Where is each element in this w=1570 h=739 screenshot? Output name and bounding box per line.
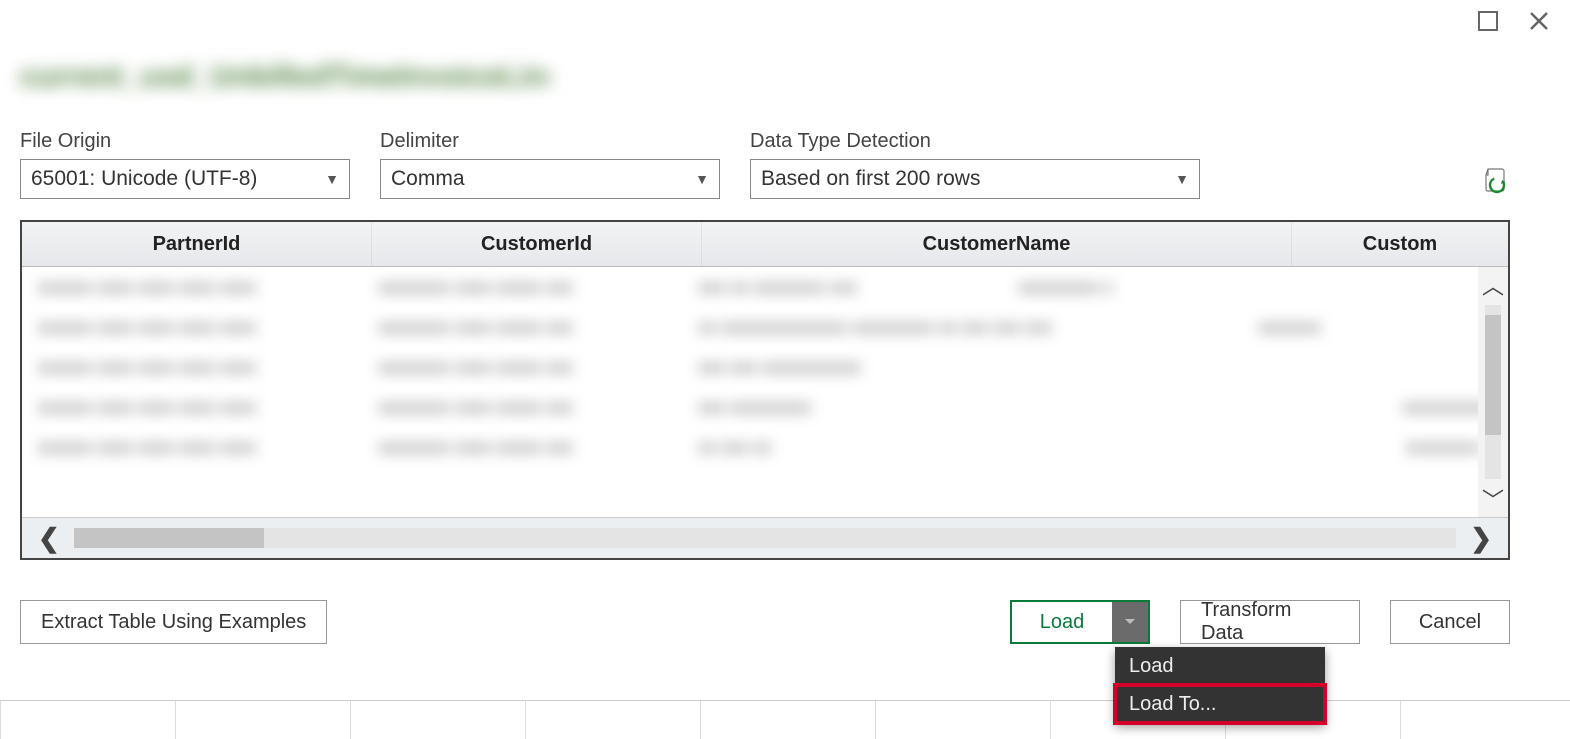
scroll-track[interactable] [1485,305,1501,479]
load-dropdown-menu: Load Load To... [1115,647,1325,723]
footer-right-group: Load Transform Data Cancel [1010,600,1510,644]
table-row: xxxxxx xxxx xxxx xxxx xxxxxxxxxxxx xxxx … [22,307,1508,347]
csv-import-dialog: current_usd_UnbilledTimeInvoiceLineIte .… [0,0,1570,739]
column-header-customername[interactable]: CustomerName [702,222,1292,266]
data-preview-grid: PartnerId CustomerId CustomerName Custom… [20,220,1510,560]
column-header-custom[interactable]: Custom [1292,222,1508,266]
spreadsheet-background [0,700,1570,739]
column-header-customerid[interactable]: CustomerId [372,222,702,266]
data-type-detection-option: Data Type Detection Based on first 200 r… [750,130,1200,199]
transform-data-label: Transform Data [1201,599,1339,645]
dialog-footer: Extract Table Using Examples Load Transf… [20,600,1510,644]
scroll-right-icon[interactable]: ❯ [1464,523,1498,554]
menu-item-load-to-label: Load To... [1129,693,1216,716]
scroll-left-icon[interactable]: ❮ [32,523,66,554]
hscroll-thumb[interactable] [74,528,264,548]
hscroll-track[interactable] [74,528,1456,548]
load-button-label: Load [1040,611,1085,634]
scroll-down-icon[interactable]: ﹀ [1482,481,1504,517]
column-header-partnerid[interactable]: PartnerId [22,222,372,266]
cancel-label: Cancel [1419,611,1481,634]
load-split-button: Load [1010,600,1150,644]
table-row: xxxxxx xxxx xxxx xxxx xxxxxxxxxxxx xxxx … [22,387,1508,427]
file-origin-option: File Origin 65001: Unicode (UTF-8) ▼ [20,130,350,199]
transform-data-button[interactable]: Transform Data [1180,600,1360,644]
data-type-detection-value: Based on first 200 rows [761,167,980,191]
delimiter-value: Comma [391,167,465,191]
file-origin-label: File Origin [20,130,350,153]
refresh-button[interactable] [1482,166,1510,200]
scroll-up-icon[interactable]: ︿ [1482,267,1504,303]
chevron-down-icon: ▼ [695,171,709,187]
cancel-button[interactable]: Cancel [1390,600,1510,644]
table-row: xxxxxx xxxx xxxx xxxx xxxxxxxxxxxx xxxx … [22,347,1508,387]
data-type-detection-label: Data Type Detection [750,130,1200,153]
load-button[interactable]: Load [1012,602,1112,642]
table-row: xxxxxx xxxx xxxx xxxx xxxxxxxxxxxx xxxx … [22,427,1508,467]
menu-item-load-to[interactable]: Load To... [1115,685,1325,723]
menu-item-load-label: Load [1129,655,1174,678]
delimiter-option: Delimiter Comma ▼ [380,130,720,199]
menu-item-load[interactable]: Load [1115,647,1325,685]
file-origin-value: 65001: Unicode (UTF-8) [31,167,257,191]
file-name-title: current_usd_UnbilledTimeInvoiceLineIte .… [20,60,550,100]
chevron-down-icon [1124,618,1136,626]
extract-table-label: Extract Table Using Examples [41,611,306,634]
extract-table-button[interactable]: Extract Table Using Examples [20,600,327,644]
load-dropdown-toggle[interactable] [1112,602,1148,642]
delimiter-dropdown[interactable]: Comma ▼ [380,159,720,199]
grid-header-row: PartnerId CustomerId CustomerName Custom [22,222,1508,267]
data-type-detection-dropdown[interactable]: Based on first 200 rows ▼ [750,159,1200,199]
chevron-down-icon: ▼ [325,171,339,187]
scroll-thumb[interactable] [1485,315,1501,435]
file-origin-dropdown[interactable]: 65001: Unicode (UTF-8) ▼ [20,159,350,199]
delimiter-label: Delimiter [380,130,720,153]
table-row: xxxxxx xxxx xxxx xxxx xxxxxxxxxxxx xxxx … [22,267,1508,307]
window-controls [1478,10,1550,32]
maximize-button[interactable] [1478,11,1498,31]
grid-body: xxxxxx xxxx xxxx xxxx xxxxxxxxxxxx xxxx … [22,267,1508,517]
close-button[interactable] [1528,10,1550,32]
vertical-scrollbar[interactable]: ︿ ﹀ [1478,267,1508,517]
chevron-down-icon: ▼ [1175,171,1189,187]
horizontal-scrollbar[interactable]: ❮ ❯ [22,517,1508,558]
import-options-row: File Origin 65001: Unicode (UTF-8) ▼ Del… [20,130,1510,199]
